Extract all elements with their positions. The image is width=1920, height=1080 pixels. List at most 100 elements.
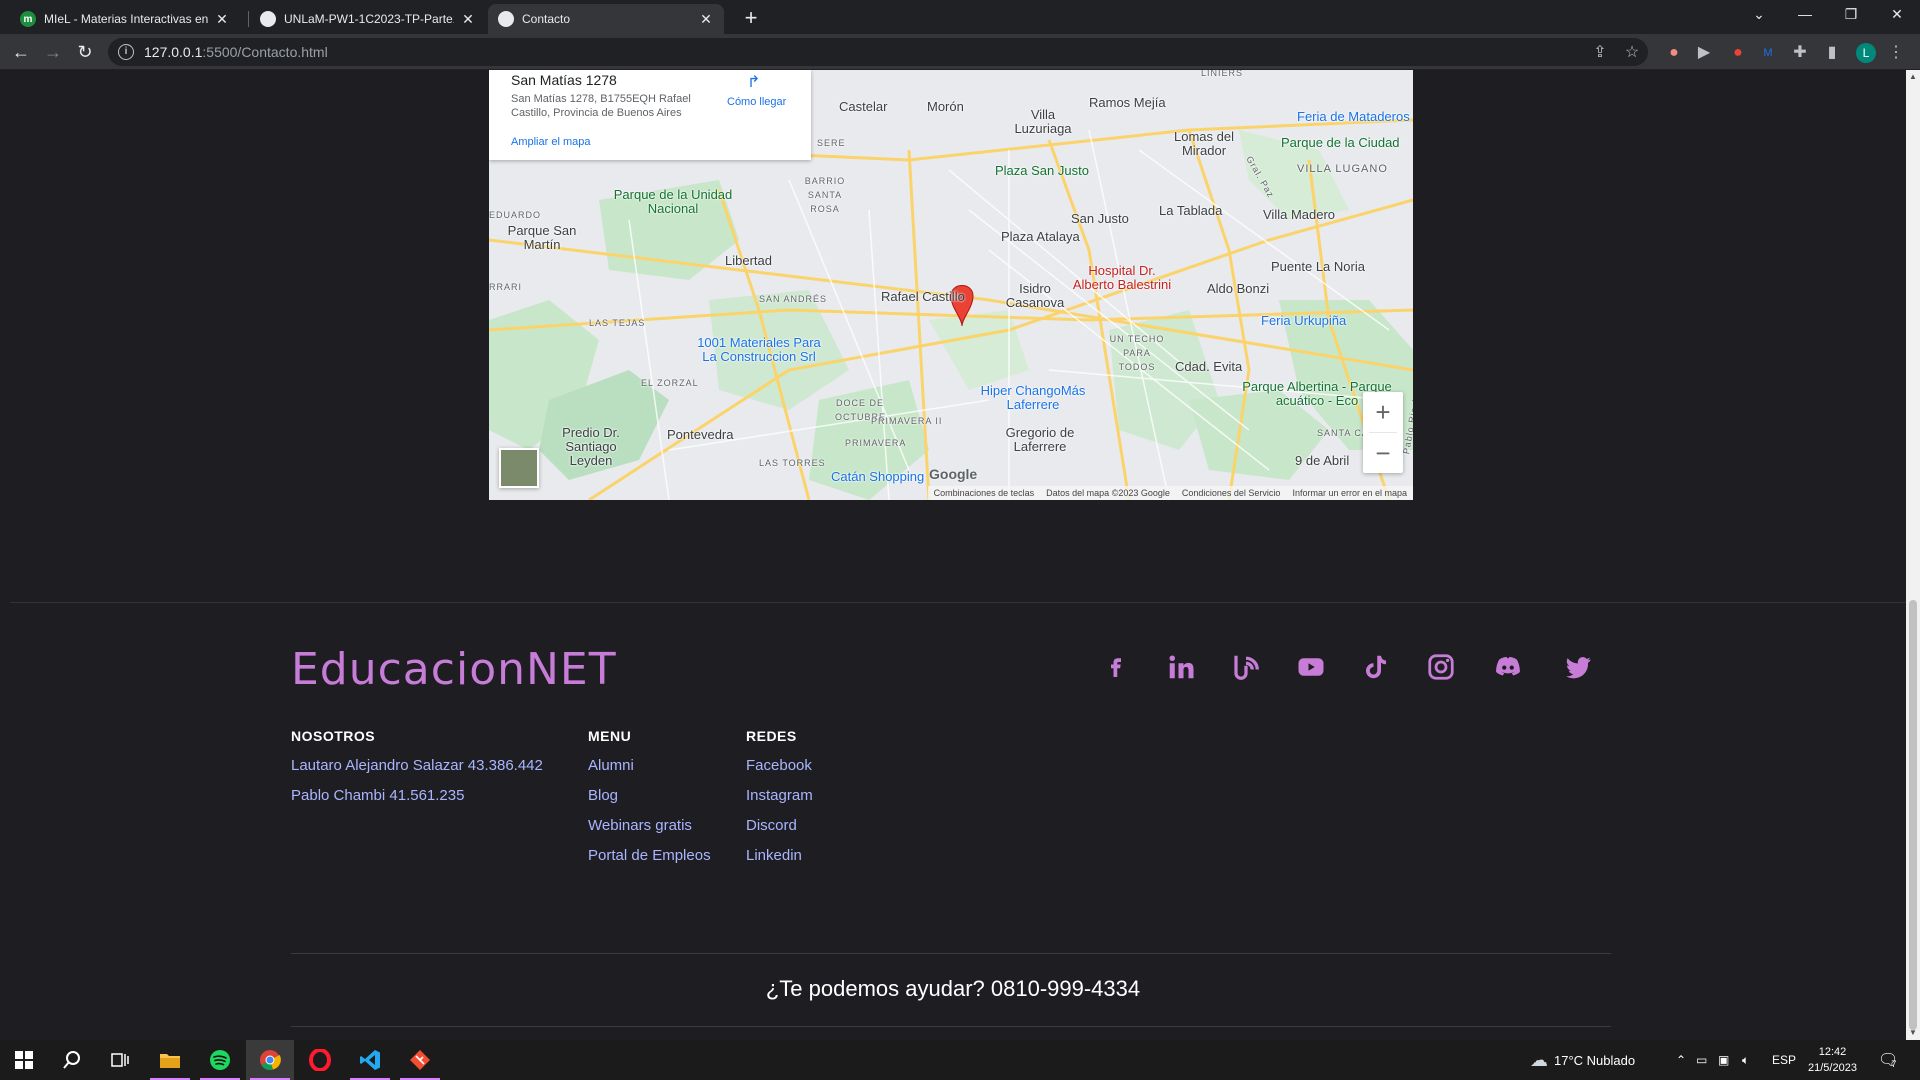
network-icon[interactable]: ▣ <box>1718 1040 1729 1080</box>
footer-link[interactable]: Facebook <box>746 756 813 786</box>
scrollbar-thumb[interactable] <box>1909 600 1917 1030</box>
discord-icon[interactable] <box>1491 650 1525 684</box>
meet-now-icon[interactable]: ▭ <box>1696 1040 1707 1080</box>
brand-logo[interactable]: EducacionNET <box>291 644 617 695</box>
search-icon[interactable] <box>48 1040 96 1080</box>
page-scrollbar[interactable]: ▲ ▼ <box>1906 70 1920 1040</box>
git-client-icon[interactable] <box>396 1040 444 1080</box>
place-name: San Matías 1278 <box>511 72 617 88</box>
google-logo: Google <box>929 466 978 482</box>
blog-icon[interactable] <box>1229 650 1263 684</box>
footer-link[interactable]: Webinars gratis <box>588 816 711 846</box>
map-label: Parque San Martín <box>507 223 577 252</box>
close-window-icon[interactable]: ✕ <box>1874 0 1920 30</box>
footer-link[interactable]: Blog <box>588 786 711 816</box>
tab-contacto[interactable]: Contacto ✕ <box>488 4 724 34</box>
map-label: LAS TORRES <box>759 458 826 468</box>
task-view-icon[interactable] <box>96 1040 144 1080</box>
footer-link[interactable]: Alumni <box>588 756 711 786</box>
weather-widget[interactable]: ☁ 17°C Nublado <box>1530 1040 1635 1080</box>
footer-link[interactable]: Portal de Empleos <box>588 846 711 876</box>
forward-icon[interactable]: → <box>40 40 66 66</box>
volume-icon[interactable]: 🔈︎ <box>1742 1040 1749 1080</box>
keyboard-shortcuts-link[interactable]: Combinaciones de teclas <box>928 486 1041 500</box>
footer-link[interactable]: Pablo Chambi 41.561.235 <box>291 786 543 816</box>
facebook-icon[interactable] <box>1099 650 1133 684</box>
close-tab-icon[interactable]: ✕ <box>698 11 714 28</box>
extension-play-icon[interactable]: ▶ <box>1694 43 1714 63</box>
map-label: RRARI <box>489 282 523 292</box>
chrome-icon[interactable] <box>246 1040 294 1080</box>
column-title: MENU <box>588 728 632 744</box>
map-data-text: Datos del mapa ©2023 Google <box>1046 488 1170 498</box>
site-info-icon[interactable]: i <box>118 44 134 60</box>
map-attribution: Combinaciones de teclas Datos del mapa ©… <box>927 486 1413 500</box>
file-explorer-icon[interactable] <box>146 1040 194 1080</box>
map-label: Feria Urkupiña <box>1261 313 1347 328</box>
show-hidden-icons[interactable]: ⌃ <box>1676 1040 1686 1080</box>
footer-link[interactable]: Lautaro Alejandro Salazar 43.386.442 <box>291 756 543 786</box>
footer-link[interactable]: Discord <box>746 816 813 846</box>
url-text: 127.0.0.1:5500/Contacto.html <box>144 44 328 60</box>
minimize-icon[interactable]: — <box>1782 0 1828 30</box>
side-panel-icon[interactable]: ▮ <box>1822 43 1842 63</box>
map-label: SANTA CA <box>1317 428 1369 438</box>
clock[interactable]: 12:42 21/5/2023 <box>1808 1040 1857 1080</box>
map-label: Cdad. Evita <box>1175 359 1243 374</box>
tab-separator <box>248 11 249 27</box>
map-label: Ramos Mejía <box>1089 95 1166 110</box>
extension-icon[interactable]: ● <box>1664 43 1684 63</box>
close-tab-icon[interactable]: ✕ <box>214 11 230 28</box>
opera-icon[interactable] <box>296 1040 344 1080</box>
youtube-icon[interactable] <box>1294 650 1328 684</box>
tab-miel[interactable]: m MIeL - Materias Interactivas en L ✕ <box>10 4 240 34</box>
directions-link[interactable]: Cómo llegar <box>727 96 786 108</box>
cloud-icon: ☁ <box>1530 1049 1548 1070</box>
map-label: Plaza Atalaya <box>1001 229 1080 244</box>
restore-icon[interactable]: ❐ <box>1828 0 1874 30</box>
vscode-icon[interactable] <box>346 1040 394 1080</box>
report-error-link[interactable]: Informar un error en el mapa <box>1286 486 1413 500</box>
enlarge-map-link[interactable]: Ampliar el mapa <box>511 136 590 148</box>
spotify-icon[interactable] <box>196 1040 244 1080</box>
globe-icon <box>498 11 514 27</box>
terms-link[interactable]: Condiciones del Servicio <box>1176 486 1287 500</box>
language-indicator[interactable]: ESP <box>1772 1040 1796 1080</box>
directions-icon[interactable]: ↱ <box>747 72 765 91</box>
scroll-down-icon[interactable]: ▼ <box>1908 1028 1918 1038</box>
footer-link[interactable]: Instagram <box>746 786 813 816</box>
twitter-icon[interactable] <box>1561 650 1595 684</box>
back-icon[interactable]: ← <box>8 40 34 66</box>
extension-record-icon[interactable]: ● <box>1728 43 1748 63</box>
share-icon[interactable]: ⇪ <box>1590 43 1610 63</box>
close-tab-icon[interactable]: ✕ <box>460 11 476 28</box>
windows-start-icon[interactable] <box>0 1040 48 1080</box>
extensions-puzzle-icon[interactable]: ✚ <box>1790 43 1810 63</box>
map-label: VILLA LUGANO <box>1297 163 1388 175</box>
extension-m-icon[interactable]: M <box>1758 43 1778 63</box>
profile-avatar[interactable]: L <box>1856 43 1876 63</box>
linkedin-icon[interactable] <box>1164 650 1198 684</box>
map-label: Puente La Noria <box>1271 259 1365 274</box>
menu-kebab-icon[interactable]: ⋮ <box>1886 43 1906 63</box>
map-label: LINIERS <box>1201 70 1244 78</box>
zoom-in-button[interactable]: + <box>1363 392 1403 432</box>
map-label: PRIMAVERA <box>845 438 907 448</box>
map-label: Villa Luzuriaga <box>1014 107 1072 136</box>
tiktok-icon[interactable] <box>1359 650 1393 684</box>
address-bar[interactable]: i 127.0.0.1:5500/Contacto.html <box>108 38 1648 66</box>
bookmark-star-icon[interactable]: ☆ <box>1622 43 1642 63</box>
notifications-icon[interactable]: 🗨︎ 7 <box>1878 1040 1898 1080</box>
reload-icon[interactable]: ↻ <box>72 40 98 66</box>
tab-search-icon[interactable]: ⌄ <box>1736 0 1782 30</box>
scroll-up-icon[interactable]: ▲ <box>1908 72 1918 82</box>
footer-link[interactable]: Linkedin <box>746 846 813 876</box>
globe-icon <box>260 11 276 27</box>
google-map-embed[interactable]: San Matías 1278 San Matías 1278, B1755EQ… <box>489 70 1413 500</box>
new-tab-button[interactable]: + <box>738 6 764 32</box>
tab-github[interactable]: UNLaM-PW1-1C2023-TP-Parte1 ✕ <box>250 4 486 34</box>
satellite-layer-toggle[interactable] <box>499 448 539 488</box>
instagram-icon[interactable] <box>1424 650 1458 684</box>
map-label: 1001 Materiales Para La Construccion Srl <box>697 335 821 364</box>
zoom-out-button[interactable]: − <box>1363 433 1403 473</box>
